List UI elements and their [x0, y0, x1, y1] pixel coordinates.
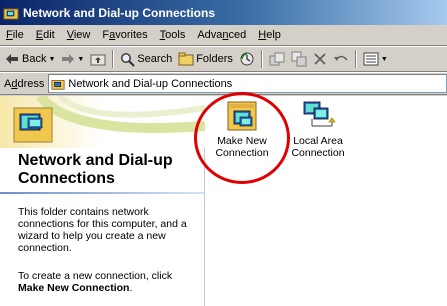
folders-label: Folders — [196, 53, 233, 65]
forward-arrow-icon — [62, 54, 75, 64]
address-field[interactable]: Network and Dial-up Connections — [48, 74, 447, 93]
banner-graphic — [0, 96, 205, 148]
menu-favorites[interactable]: Favorites — [96, 25, 153, 46]
menu-file[interactable]: File — [0, 25, 30, 46]
search-icon — [121, 52, 136, 67]
forward-button[interactable]: ▼ — [58, 48, 87, 70]
make-new-connection-link[interactable]: Make New Connection — [18, 282, 129, 294]
history-icon — [240, 52, 254, 66]
move-to-icon — [269, 52, 285, 66]
delete-icon — [314, 53, 326, 65]
toolbar-separator — [112, 50, 115, 68]
views-icon — [363, 52, 379, 66]
address-label: Address — [4, 77, 45, 90]
folders-icon — [178, 52, 194, 66]
local-area-connection-icon — [303, 101, 336, 127]
back-button[interactable]: Back ▼ — [2, 48, 58, 70]
title-bar[interactable]: Network and Dial-up Connections — [0, 0, 447, 25]
undo-icon — [333, 55, 348, 61]
make-new-connection-item[interactable]: Make New Connection — [206, 100, 278, 159]
back-label: Back — [22, 53, 47, 65]
toolbar: Back ▼ ▼ Search Folders ▼ — [0, 47, 447, 72]
address-value: Network and Dial-up Connections — [68, 77, 233, 90]
folders-button[interactable]: Folders — [175, 48, 236, 70]
window-title: Network and Dial-up Connections — [23, 5, 216, 20]
up-button[interactable] — [87, 48, 109, 70]
item-label: Local Area Connection — [291, 135, 345, 159]
web-view-pane: Network and Dial-up Connections This fol… — [0, 96, 205, 306]
search-button[interactable]: Search — [117, 48, 175, 70]
instruction-suffix: . — [129, 282, 133, 294]
title-divider — [0, 192, 204, 194]
back-dropdown-icon[interactable]: ▼ — [48, 56, 55, 63]
instruction-prefix: To create a new connection, click — [18, 270, 173, 282]
folder-description: This folder contains network connections… — [18, 206, 187, 254]
menu-help[interactable]: Help — [252, 25, 287, 46]
copy-to-icon — [291, 51, 307, 67]
views-button[interactable]: ▼ — [360, 48, 391, 70]
search-label: Search — [137, 53, 173, 65]
folder-banner — [0, 96, 205, 148]
create-connection-instruction: To create a new connection, click Make N… — [18, 270, 200, 294]
copy-to-button[interactable] — [288, 48, 310, 70]
move-to-button[interactable] — [266, 48, 288, 70]
network-folder-icon — [3, 8, 19, 19]
menu-bar: File Edit View Favorites Tools Advanced … — [0, 25, 447, 46]
menu-tools[interactable]: Tools — [154, 25, 192, 46]
menu-view[interactable]: View — [61, 25, 97, 46]
address-bar: Address Network and Dial-up Connections — [0, 73, 447, 95]
views-dropdown-icon[interactable]: ▼ — [381, 56, 388, 63]
pane-title: Network and Dial-up Connections — [18, 152, 173, 187]
undo-button[interactable] — [330, 48, 352, 70]
back-arrow-icon — [6, 54, 18, 64]
toolbar-separator — [354, 50, 357, 68]
menu-edit[interactable]: Edit — [30, 25, 61, 46]
delete-button[interactable] — [310, 48, 330, 70]
item-label: Make New Connection — [215, 135, 269, 159]
forward-dropdown-icon[interactable]: ▼ — [77, 56, 84, 63]
content-area: Network and Dial-up Connections This fol… — [0, 92, 447, 306]
menu-advanced[interactable]: Advanced — [191, 25, 252, 46]
toolbar-separator — [260, 50, 263, 68]
network-folder-icon — [51, 79, 65, 90]
history-button[interactable] — [236, 48, 258, 70]
make-new-connection-icon — [227, 101, 257, 131]
local-area-connection-item[interactable]: Local Area Connection — [282, 100, 354, 159]
up-folder-icon — [90, 54, 106, 66]
